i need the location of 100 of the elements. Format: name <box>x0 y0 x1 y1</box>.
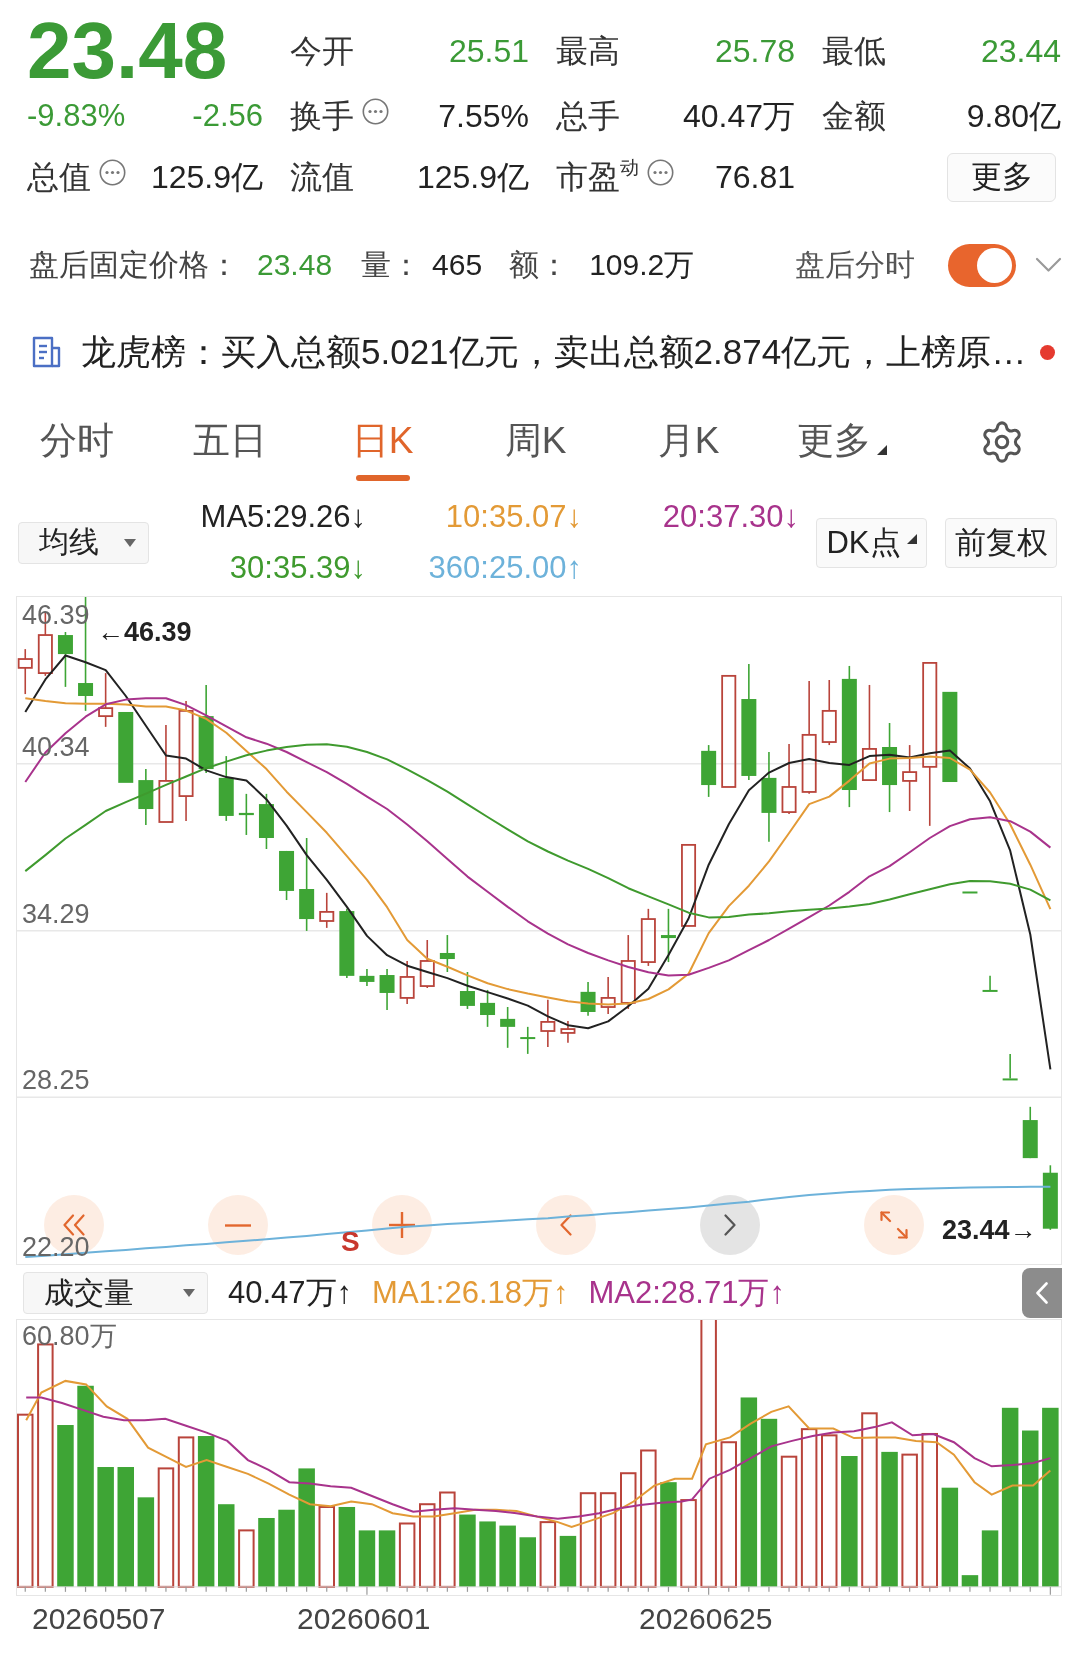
volume-bar <box>358 1530 376 1587</box>
y-axis-label: 28.25 <box>22 1065 90 1096</box>
stat-value: 40.47万 <box>682 97 795 136</box>
stat-value: 25.51 <box>448 32 529 71</box>
stat-value: 125.9亿 <box>416 158 529 197</box>
candlestick <box>459 971 475 1010</box>
sell-signal-marker: S <box>341 1226 360 1258</box>
y-axis-label: 22.20 <box>22 1232 90 1262</box>
candlestick <box>419 939 435 989</box>
candlestick <box>359 968 375 987</box>
candlestick <box>1002 1053 1018 1081</box>
after-hours-price: 23.48 <box>257 248 333 282</box>
chart-option-button[interactable]: DK点 <box>816 517 927 568</box>
volume-bar <box>479 1521 496 1587</box>
candlestick <box>379 968 395 1011</box>
volume-bar <box>258 1518 275 1587</box>
stat-value: 125.9亿 <box>150 158 263 197</box>
chart-control-button[interactable] <box>208 1195 268 1255</box>
after-hours-label: 盘后固定价格： <box>29 246 239 283</box>
candlestick <box>439 934 455 973</box>
minus-icon <box>225 1223 251 1227</box>
candlestick <box>17 648 33 695</box>
y-axis-label: 60.80万 <box>22 1321 117 1351</box>
volume-bar <box>559 1535 577 1587</box>
candlestick <box>339 908 355 979</box>
chevron-left-icon <box>560 1214 572 1236</box>
after-hours-label: 额： <box>509 246 570 283</box>
high-price-marker: ←46.39 <box>97 616 192 648</box>
toggle-label: 盘后分时 <box>795 246 915 283</box>
candlestick <box>520 1026 536 1055</box>
period-tab[interactable]: 分时 <box>0 419 153 482</box>
stat-value: 76.81 <box>714 158 795 197</box>
candlestick <box>279 850 295 901</box>
period-tab[interactable]: 月K <box>612 419 765 482</box>
volume-bar <box>539 1521 557 1588</box>
candlestick <box>962 891 978 894</box>
candlestick <box>1022 1106 1038 1159</box>
toggle-switch[interactable] <box>948 243 1016 287</box>
dropdown-triangle-icon <box>183 1289 195 1297</box>
volume-bar <box>499 1525 516 1587</box>
volume-select[interactable]: 成交量 <box>23 1272 208 1314</box>
y-axis-label: 34.29 <box>22 898 90 929</box>
more-button[interactable]: 更多 <box>947 152 1056 202</box>
ma-reading: 30:35.39↓ <box>229 549 366 587</box>
volume-reading: 40.47万↑ <box>228 1274 353 1312</box>
candlestick <box>57 631 73 688</box>
candlestick <box>118 712 134 783</box>
chevron-left-icon <box>1036 1282 1048 1304</box>
double-chevron-left-icon <box>63 1214 85 1236</box>
volume-bar <box>378 1530 396 1587</box>
notice-text[interactable]: 龙虎榜：买入总额5.021亿元，卖出总额2.874亿元，上榜原… <box>81 329 1027 375</box>
candlestick <box>660 908 676 963</box>
volume-bar <box>961 1575 979 1587</box>
chevron-right-icon <box>724 1214 736 1236</box>
chart-option-button[interactable]: 前复权 <box>945 517 1057 568</box>
volume-reading: MA2:28.71万↑ <box>588 1274 785 1312</box>
candlestick <box>238 793 254 836</box>
dropdown-triangle-icon <box>124 538 136 547</box>
period-tab[interactable]: 周K <box>459 419 612 482</box>
candlestick <box>982 975 998 992</box>
candlestick <box>540 999 556 1048</box>
stat-value: 7.55% <box>438 97 529 136</box>
candlestick <box>902 744 918 812</box>
x-axis-label: 20260601 <box>297 1602 431 1636</box>
expand-icon <box>880 1211 908 1239</box>
after-hours-value: 465 <box>432 248 483 282</box>
candlestick <box>399 960 415 1005</box>
change-amount: -2.56 <box>192 97 263 135</box>
stat-label: 市盈$^{动}$ <box>556 157 639 197</box>
corner-triangle-icon <box>906 533 917 544</box>
stat-label: 流值 <box>290 158 354 197</box>
volume-bar <box>519 1537 536 1587</box>
ellipsis-circle-icon[interactable] <box>99 158 126 186</box>
after-hours-label: 量： <box>361 246 422 283</box>
ma-reading: MA5:29.26↓ <box>200 498 366 536</box>
volume-bar <box>238 1529 255 1588</box>
candlestick <box>258 793 274 850</box>
stat-label: 总值 <box>27 158 91 197</box>
ellipsis-circle-icon[interactable] <box>647 158 674 186</box>
ellipsis-circle-icon[interactable] <box>362 97 389 125</box>
collapse-button[interactable] <box>1022 1268 1062 1318</box>
candlestick <box>701 744 717 798</box>
candlestick <box>821 679 837 746</box>
document-icon <box>32 336 61 368</box>
candlestick <box>500 1006 516 1049</box>
candlestick <box>480 989 496 1028</box>
stat-label: 最高 <box>556 32 620 71</box>
candlestick <box>640 908 656 967</box>
indicator-select[interactable]: 均线 <box>18 521 149 564</box>
stat-label: 换手 <box>290 97 354 136</box>
low-price-marker: 23.44→ <box>942 1214 1037 1246</box>
period-tab[interactable]: 更多 <box>765 419 918 482</box>
x-axis-label: 20260507 <box>32 1602 166 1636</box>
chevron-down-icon[interactable] <box>1035 257 1062 273</box>
period-tab[interactable]: 五日 <box>153 419 306 482</box>
stat-label: 总手 <box>556 97 620 136</box>
plus-icon <box>389 1212 415 1238</box>
ma-reading: 20:37.30↓ <box>662 498 799 536</box>
x-axis-label: 20260625 <box>639 1602 773 1636</box>
stat-value: 25.78 <box>714 32 795 71</box>
